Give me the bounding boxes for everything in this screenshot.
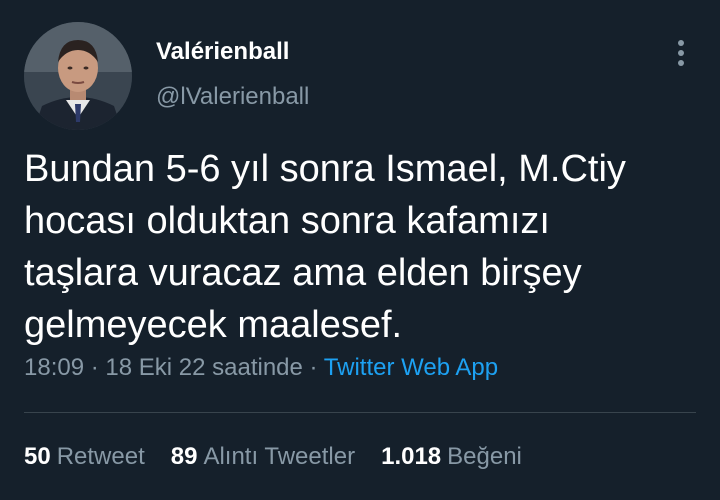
- meta-separator: ·: [302, 354, 324, 381]
- likes-count: 1.018: [381, 443, 442, 470]
- tweet-source-link[interactable]: Twitter Web App: [324, 354, 498, 381]
- tweet-date[interactable]: 18 Eki 22 saatinde: [105, 354, 302, 381]
- profile-photo: [24, 22, 132, 130]
- divider: [24, 412, 696, 413]
- more-options-button[interactable]: [664, 36, 698, 70]
- display-name[interactable]: Valérienball: [156, 38, 289, 66]
- retweets-stat[interactable]: 50 Retweet: [24, 443, 145, 471]
- likes-stat[interactable]: 1.018 Beğeni: [381, 443, 522, 471]
- more-vertical-icon: [678, 40, 684, 66]
- quotes-count: 89: [170, 443, 198, 470]
- tweet-stats: 50 Retweet 89 Alıntı Tweetler 1.018 Beğe…: [24, 443, 522, 471]
- meta-separator: ·: [84, 354, 106, 381]
- likes-label: Beğeni: [447, 443, 522, 470]
- tweet-text: Bundan 5-6 yıl sonra Ismael, M.Ctiy hoca…: [24, 148, 626, 346]
- tweet-meta: 18:09 · 18 Eki 22 saatinde · Twitter Web…: [24, 354, 498, 382]
- tweet-time[interactable]: 18:09: [24, 354, 84, 381]
- user-handle[interactable]: @lValerienball: [156, 83, 309, 111]
- retweets-label: Retweet: [56, 443, 145, 470]
- quotes-label: Alıntı Tweetler: [203, 443, 356, 470]
- quotes-stat[interactable]: 89 Alıntı Tweetler: [171, 443, 355, 471]
- avatar[interactable]: [24, 22, 132, 130]
- retweets-count: 50: [24, 443, 51, 470]
